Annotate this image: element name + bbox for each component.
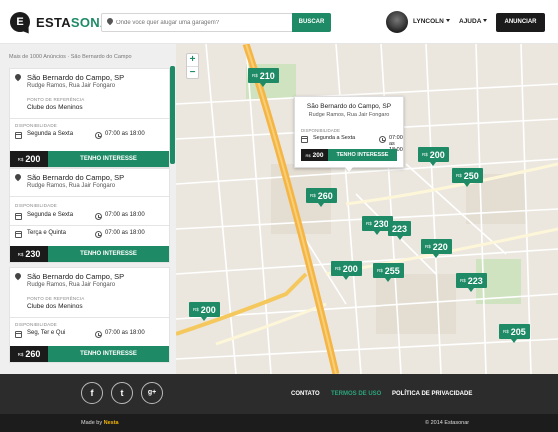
avatar[interactable] bbox=[386, 11, 408, 33]
search-bar: BUSCAR bbox=[101, 13, 331, 32]
schedule-row: Seg, Ter e Qui 07:00 as 18:00 bbox=[15, 330, 164, 340]
availability-label: DISPONIBILIDADE bbox=[15, 322, 58, 327]
divider bbox=[10, 118, 169, 119]
clock-icon bbox=[95, 231, 102, 238]
map-popup: São Bernardo do Campo, SP Rudge Ramos, R… bbox=[294, 96, 404, 172]
availability-label: DISPONIBILIDADE bbox=[301, 128, 341, 133]
price-tag: R$ 200 bbox=[301, 149, 328, 161]
availability-label: DISPONIBILIDADE bbox=[15, 123, 58, 128]
clock-icon bbox=[379, 136, 386, 143]
popup-footer: R$ 200 TENHO INTERESSE bbox=[301, 149, 397, 161]
calendar-icon bbox=[15, 331, 22, 338]
price-tag: R$ 260 bbox=[10, 346, 48, 362]
interest-button[interactable]: TENHO INTERESSE bbox=[48, 346, 169, 362]
zoom-out-button[interactable]: − bbox=[187, 66, 198, 78]
clock-icon bbox=[95, 132, 102, 139]
reference-label: PONTO DE REFERÊNCIA bbox=[27, 97, 85, 102]
divider bbox=[10, 225, 169, 226]
listing-card[interactable]: São Bernardo do Campo, SP Rudge Ramos, R… bbox=[9, 168, 170, 263]
copyright: © 2014 Estasonar bbox=[425, 420, 470, 426]
listing-street: Rudge Ramos, Rua Jair Fongaro bbox=[27, 83, 116, 89]
price-marker[interactable]: R$ 223 bbox=[456, 273, 487, 292]
reference-label: PONTO DE REFERÊNCIA bbox=[27, 296, 85, 301]
schedule-row: Terça e Quinta 07:00 as 18:00 bbox=[15, 230, 164, 240]
calendar-icon bbox=[15, 132, 22, 139]
chevron-down-icon bbox=[445, 19, 450, 22]
listing-card[interactable]: São Bernardo do Campo, SP Rudge Ramos, R… bbox=[9, 68, 170, 168]
clock-icon bbox=[95, 213, 102, 220]
clock-icon bbox=[95, 331, 102, 338]
logo-mark-icon bbox=[10, 12, 32, 36]
price-marker[interactable]: R$ 220 bbox=[421, 239, 452, 258]
google-plus-icon[interactable]: g+ bbox=[141, 382, 163, 404]
chevron-down-icon bbox=[483, 19, 488, 22]
location-pin-icon bbox=[102, 14, 116, 31]
divider bbox=[10, 196, 169, 197]
price-tag: R$ 200 bbox=[10, 151, 48, 167]
top-bar: ESTASONAR BUSCAR LYNCOLN AJUDA ANUNCIAR bbox=[0, 0, 558, 44]
interest-button[interactable]: TENHO INTERESSE bbox=[48, 151, 169, 167]
footer-bottom: Made by Nesta © 2014 Estasonar bbox=[0, 414, 558, 432]
search-input[interactable] bbox=[116, 15, 294, 30]
interest-button[interactable]: TENHO INTERESSE bbox=[328, 149, 397, 161]
map[interactable]: + − R$ 210 R$ 200 R$ 260 R$ 250 R$ 230 223 R$… bbox=[176, 44, 558, 374]
facebook-icon[interactable]: f bbox=[81, 382, 103, 404]
reference-value: Clube dos Meninos bbox=[27, 104, 83, 111]
price-marker[interactable]: R$ 260 bbox=[306, 188, 337, 207]
card-footer: R$ 200 TENHO INTERESSE bbox=[10, 151, 169, 167]
schedule-row: Segunda a Sexta 07:00 as 18:00 bbox=[301, 135, 403, 153]
made-by: Made by Nesta bbox=[81, 420, 119, 426]
divider bbox=[10, 317, 169, 318]
availability-label: DISPONIBILIDADE bbox=[15, 203, 58, 208]
location-pin-icon bbox=[13, 72, 23, 82]
footer: f t g+ CONTATO TERMOS DE USO POLÍTICA DE… bbox=[0, 374, 558, 432]
price-marker[interactable]: 223 bbox=[388, 221, 412, 240]
footer-link-privacy[interactable]: POLÍTICA DE PRIVACIDADE bbox=[392, 391, 472, 397]
price-marker[interactable]: R$ 200 bbox=[189, 302, 220, 321]
price-marker[interactable]: R$ 255 bbox=[373, 263, 404, 282]
listing-city: São Bernardo do Campo, SP bbox=[27, 272, 125, 281]
footer-link-terms[interactable]: TERMOS DE USO bbox=[331, 391, 381, 397]
twitter-icon[interactable]: t bbox=[111, 382, 133, 404]
price-marker[interactable]: R$ 200 bbox=[418, 147, 449, 166]
calendar-icon bbox=[301, 136, 308, 143]
made-by-link[interactable]: Nesta bbox=[104, 420, 119, 426]
footer-link-contact[interactable]: CONTATO bbox=[291, 391, 320, 397]
price-tag: R$ 230 bbox=[10, 246, 48, 262]
card-footer: R$ 260 TENHO INTERESSE bbox=[10, 346, 169, 362]
listing-card[interactable]: São Bernardo do Campo, SP Rudge Ramos, R… bbox=[9, 267, 170, 363]
calendar-icon bbox=[15, 213, 22, 220]
listing-city: São Bernardo do Campo, SP bbox=[27, 73, 125, 82]
schedule-row: Segunda a Sexta 07:00 as 18:00 bbox=[15, 131, 164, 141]
price-marker[interactable]: R$ 205 bbox=[499, 324, 530, 343]
listing-city: São Bernardo do Campo, SP bbox=[27, 173, 125, 182]
zoom-control: + − bbox=[186, 53, 199, 79]
search-button[interactable]: BUSCAR bbox=[292, 13, 331, 32]
sidebar-scrollbar[interactable] bbox=[170, 66, 175, 164]
price-marker[interactable]: R$ 210 bbox=[248, 68, 279, 87]
user-menu[interactable]: LYNCOLN bbox=[413, 18, 450, 25]
results-sidebar: Mais de 1000 Anúncios · São Bernardo do … bbox=[0, 44, 176, 374]
card-footer: R$ 230 TENHO INTERESSE bbox=[10, 246, 169, 262]
help-menu[interactable]: AJUDA bbox=[459, 18, 488, 25]
results-summary: Mais de 1000 Anúncios · São Bernardo do … bbox=[9, 54, 132, 60]
schedule-row: Segunda e Sexta 07:00 as 18:00 bbox=[15, 212, 164, 222]
zoom-in-button[interactable]: + bbox=[187, 54, 198, 66]
listing-street: Rudge Ramos, Rua Jair Fongaro bbox=[27, 282, 116, 288]
price-marker[interactable]: R$ 250 bbox=[452, 168, 483, 187]
reference-value: Clube dos Meninos bbox=[27, 303, 83, 310]
location-pin-icon bbox=[13, 172, 23, 182]
listing-street: Rudge Ramos, Rua Jair Fongaro bbox=[27, 183, 116, 189]
popup-city: São Bernardo do Campo, SP bbox=[306, 103, 392, 110]
location-pin-icon bbox=[13, 271, 23, 281]
price-marker[interactable]: R$ 200 bbox=[331, 261, 362, 280]
calendar-icon bbox=[15, 231, 22, 238]
interest-button[interactable]: TENHO INTERESSE bbox=[48, 246, 169, 262]
popup-street: Rudge Ramos, Rua Jair Fongaro bbox=[308, 112, 390, 118]
announce-button[interactable]: ANUNCIAR bbox=[496, 13, 545, 32]
